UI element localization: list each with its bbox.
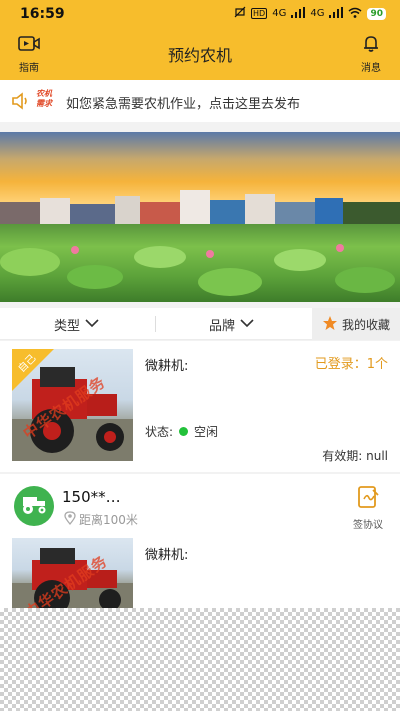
favorites-label: 我的收藏 <box>341 317 390 332</box>
status-time: 16:59 <box>20 6 65 22</box>
wifi-icon <box>348 7 362 21</box>
location-pin-icon <box>64 511 76 528</box>
signal-icon <box>291 6 306 21</box>
mute-icon <box>234 6 246 21</box>
app-header: 16:59 HD 4G 4G 90 指南 预约农机 消息 <box>0 0 400 80</box>
machine-photo: 中华农机服务 自己 <box>12 349 133 461</box>
my-favorites-button[interactable]: 我的收藏 <box>312 308 400 340</box>
filter-divider <box>155 316 156 332</box>
blank-area <box>0 608 400 711</box>
status-dot <box>179 427 189 436</box>
hd-icon: HD <box>251 8 268 19</box>
machine-name: 微耕机: <box>145 548 189 563</box>
chevron-down-icon <box>84 317 100 332</box>
demand-tag: 农机 需求 <box>36 89 56 109</box>
sign-agreement-label: 签协议 <box>353 520 383 531</box>
validity-value: null <box>366 449 388 463</box>
banner-image[interactable] <box>0 132 400 302</box>
state-label: 状态: <box>145 425 174 439</box>
status-bar: 16:59 HD 4G 4G 90 <box>0 0 400 28</box>
network-label-2: 4G <box>310 8 325 19</box>
signal-icon-2 <box>329 6 344 21</box>
machine-state: 状态: 空闲 <box>145 423 218 440</box>
tractor-icon <box>19 493 49 519</box>
speaker-icon <box>10 90 32 116</box>
owner-phone: 150**… <box>62 488 121 506</box>
bell-icon <box>361 36 381 58</box>
filter-bar: 类型 品牌 我的收藏 <box>0 308 400 340</box>
demand-tag-line1: 农机 <box>36 89 52 98</box>
page-title: 预约农机 <box>167 46 232 65</box>
battery-indicator: 90 <box>367 7 386 20</box>
star-icon <box>322 315 338 334</box>
state-value: 空闲 <box>194 425 219 439</box>
type-filter-label: 类型 <box>54 318 81 334</box>
network-label-1: 4G <box>272 8 287 19</box>
machine-card[interactable]: 150**… 距离100米 签协议 中华农机服务 微耕机: <box>0 474 400 608</box>
machine-photo: 中华农机服务 <box>12 538 133 608</box>
validity-label: 有效期: <box>322 449 363 463</box>
login-status: 已登录：1个 <box>314 357 388 372</box>
chevron-down-icon <box>239 317 255 332</box>
brand-filter[interactable]: 品牌 <box>209 308 255 340</box>
distance-text: 距离100米 <box>79 513 138 527</box>
messages-button[interactable]: 消息 <box>356 34 386 74</box>
contract-sign-icon <box>355 486 381 514</box>
messages-label: 消息 <box>361 63 381 74</box>
distance-info: 距离100米 <box>64 511 138 528</box>
machine-name: 微耕机: <box>145 359 189 374</box>
notice-text: 如您紧急需要农机作业，点击这里去发布 <box>66 97 301 112</box>
avatar <box>14 486 54 526</box>
type-filter[interactable]: 类型 <box>54 308 100 340</box>
publish-demand-notice[interactable]: 农机 需求 如您紧急需要农机作业，点击这里去发布 <box>0 80 400 122</box>
validity: 有效期: null <box>322 447 388 464</box>
brand-filter-label: 品牌 <box>209 318 236 334</box>
demand-tag-line2: 需求 <box>36 99 52 108</box>
sign-agreement-button[interactable]: 签协议 <box>348 484 388 531</box>
status-icons: HD 4G 4G 90 <box>234 6 386 21</box>
banner-scene <box>0 190 400 296</box>
machine-card[interactable]: 中华农机服务 自己 微耕机: 已登录：1个 状态: 空闲 有效期: null <box>0 341 400 472</box>
